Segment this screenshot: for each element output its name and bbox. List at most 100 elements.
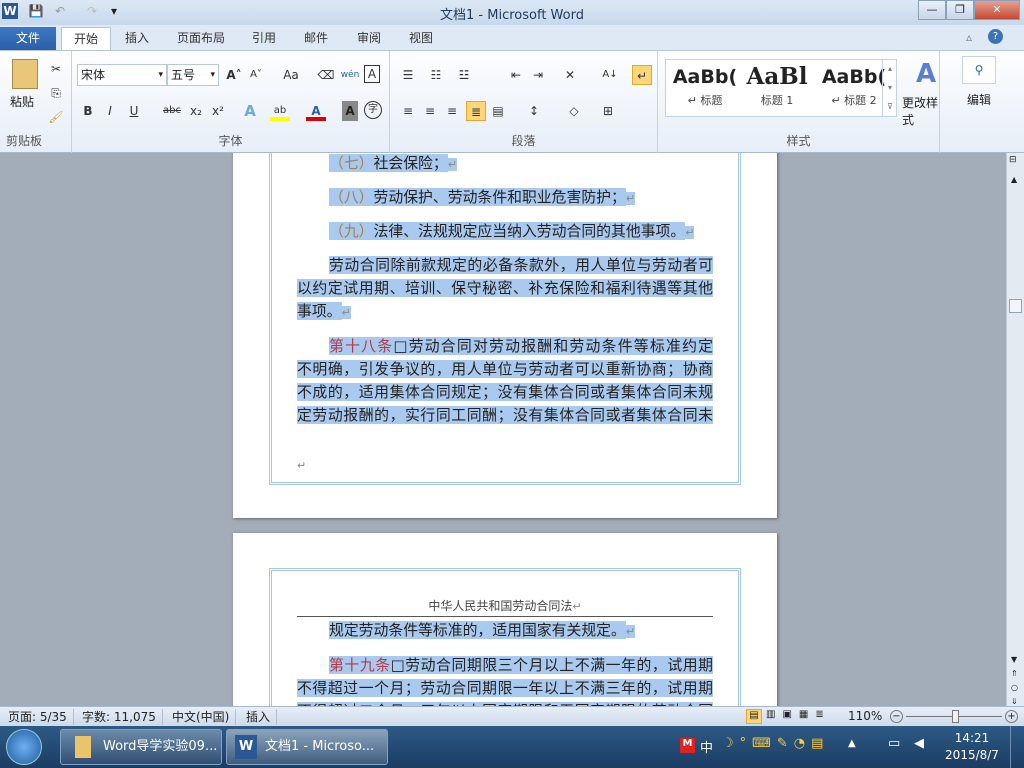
zoom-slider-thumb[interactable] [952, 710, 960, 723]
align-center-icon[interactable]: ≡ [420, 101, 440, 121]
phonetic-guide-icon[interactable]: wén [340, 65, 360, 85]
minimize-button[interactable]: — [918, 0, 946, 20]
change-case-icon[interactable]: Aa [278, 65, 304, 85]
numbering-icon[interactable]: ☷ [426, 65, 446, 85]
editing-button[interactable]: 编辑 [967, 91, 991, 108]
underline-button[interactable]: U [124, 101, 144, 121]
ruler-toggle-icon[interactable]: ⊟ [1009, 155, 1017, 165]
language[interactable]: 中文(中国) [166, 709, 237, 725]
highlight-icon[interactable]: ab [270, 101, 290, 121]
show-hide-marks-icon[interactable]: ↵ [632, 65, 652, 85]
text-effects-icon[interactable]: A [240, 101, 260, 121]
list-text: 劳动保护、劳动条件和职业危害防护； [373, 188, 626, 206]
decrease-indent-icon[interactable]: ⇤ [506, 65, 526, 85]
chinese-layout-icon[interactable]: ✕ [560, 65, 580, 85]
minimize-ribbon-icon[interactable]: ▵ [966, 30, 972, 44]
help-icon[interactable]: ? [988, 29, 1003, 44]
tab-view[interactable]: 视图 [397, 27, 445, 50]
sort-icon[interactable]: A↓ [600, 65, 620, 85]
font-group-label: 字体 [218, 134, 243, 148]
multilevel-list-icon[interactable]: ☳ [454, 65, 474, 85]
paste-button[interactable]: 粘贴 [10, 93, 34, 110]
show-hidden-icons[interactable]: ▲ [848, 738, 856, 749]
ribbon-tabs: 文件 开始 插入 页面布局 引用 邮件 审阅 视图 ▵ ? [0, 25, 1024, 51]
document-area[interactable]: （七）社会保险；↵ （八）劳动保护、劳动条件和职业危害防护；↵ （九）法律、法规规定… [0, 153, 1006, 706]
font-name-select[interactable]: 宋体 ▾ [77, 64, 167, 86]
distributed-icon[interactable]: ▤ [488, 101, 508, 121]
start-button[interactable] [6, 729, 42, 765]
italic-button[interactable]: I [100, 101, 120, 121]
tab-page-layout[interactable]: 页面布局 [165, 27, 237, 50]
clock[interactable]: 14:21 2015/8/7 [944, 730, 1000, 764]
page: （七）社会保险；↵ （八）劳动保护、劳动条件和职业危害防护；↵ （九）法律、法规规定… [233, 153, 777, 518]
taskbar-item-word[interactable]: W 文档1 - Microso... [226, 729, 388, 765]
character-shading-icon[interactable]: A [342, 101, 358, 121]
superscript-button[interactable]: x² [208, 101, 228, 121]
justify-icon[interactable]: ≣ [466, 101, 486, 121]
subscript-button[interactable]: x₂ [186, 101, 206, 121]
zoom-level[interactable]: 110% [848, 709, 882, 723]
tab-review[interactable]: 审阅 [345, 27, 393, 50]
zoom-out-icon[interactable]: − [890, 710, 903, 723]
style-heading-2[interactable]: AaBb(↵ 标题 2 [816, 66, 892, 108]
word-count[interactable]: 字数: 11,075 [76, 709, 163, 725]
format-painter-icon[interactable]: 🖌 [46, 107, 66, 127]
style-heading-1[interactable]: AaBl 标题 1 [742, 63, 812, 108]
style-title[interactable]: AaBb(↵ 标题 [670, 66, 740, 108]
print-layout-view-icon[interactable]: ▤ [746, 709, 762, 724]
tab-mailings[interactable]: 邮件 [292, 27, 340, 50]
show-desktop-button[interactable] [1010, 726, 1024, 768]
text-line: 不明确，引发争议的，用人单位与劳动者可以重新协商；协商 [297, 359, 713, 379]
cut-icon[interactable]: ✂ [46, 59, 66, 79]
text-line: 事项。↵ [297, 301, 351, 323]
change-styles-button[interactable]: 更改样式 [902, 94, 939, 128]
line-text: 不明确，引发争议的，用人单位与劳动者可以重新协商；协商 [297, 360, 713, 378]
shading-icon[interactable]: ◇ [564, 101, 584, 121]
page-body[interactable]: 规定劳动条件等标准的，适用国家有关规定。↵ 第十九条□劳动合同期限三个月以上不满一… [297, 620, 714, 706]
shrink-font-icon[interactable]: A˅ [246, 65, 266, 85]
volume-icon[interactable]: ◀ [914, 736, 924, 751]
taskbar-item-folder[interactable]: Word导学实验09... [60, 729, 222, 765]
tray-icons[interactable]: ☽°⌨✎◔▤ [722, 736, 829, 751]
vertical-scrollbar[interactable]: ⊟ ▲ ▼ ⇑ ○ ⇓ [1006, 153, 1024, 706]
scroll-thumb[interactable] [1009, 299, 1022, 313]
line-text: □劳动合同对劳动报酬和劳动条件等标准约定 [393, 337, 713, 355]
tab-references[interactable]: 引用 [240, 27, 288, 50]
zoom-in-icon[interactable]: + [1005, 710, 1018, 723]
line-text: 劳动合同除前款规定的必备条款外，用人单位与劳动者可 [329, 256, 713, 274]
page-body[interactable]: （七）社会保险；↵ （八）劳动保护、劳动条件和职业危害防护；↵ （九）法律、法规规定… [297, 153, 713, 473]
ime-logo-icon[interactable]: M [680, 738, 695, 753]
view-buttons[interactable]: ▥▣▦≣ [766, 709, 831, 720]
close-button[interactable]: ✕ [974, 0, 1020, 20]
copy-icon[interactable]: ⎘ [46, 83, 66, 103]
insert-mode[interactable]: 插入 [240, 709, 278, 725]
increase-indent-icon[interactable]: ⇥ [528, 65, 548, 85]
bold-button[interactable]: B [78, 101, 98, 121]
borders-icon[interactable]: ⊞ [598, 101, 618, 121]
strikethrough-button[interactable]: abc [160, 101, 184, 121]
page: 中华人民共和国劳动合同法↵ 规定劳动条件等标准的，适用国家有关规定。↵ 第十九条□… [233, 533, 777, 706]
styles-scroll[interactable]: ▴ ▾ ⊽ [882, 59, 897, 117]
align-right-icon[interactable]: ≡ [442, 101, 462, 121]
page-count[interactable]: 页面: 5/35 [2, 709, 74, 725]
network-icon[interactable]: ▭ [888, 736, 900, 751]
tab-insert[interactable]: 插入 [113, 27, 161, 50]
line-spacing-icon[interactable]: ↕ [524, 101, 544, 121]
align-left-icon[interactable]: ≡ [398, 101, 418, 121]
find-icon[interactable]: ⚲ [962, 56, 996, 84]
ime-mode[interactable]: 中 [700, 737, 713, 756]
restore-button[interactable]: ❐ [946, 0, 974, 20]
bullets-icon[interactable]: ☰ [398, 65, 418, 85]
enclose-characters-icon[interactable]: 字 [364, 101, 382, 119]
scroll-up-icon[interactable]: ▲ [1011, 175, 1017, 184]
browse-controls[interactable]: ▼ ⇑ ○ ⇓ [1011, 653, 1018, 709]
paragraph-mark: ↵ [447, 158, 457, 171]
character-border-icon[interactable]: A [364, 65, 380, 83]
grow-font-icon[interactable]: A˄ [224, 65, 244, 85]
clear-formatting-icon[interactable]: ⌫ [316, 65, 336, 85]
font-size-select[interactable]: 五号 ▾ [167, 64, 219, 86]
font-color-icon[interactable]: A [306, 101, 326, 121]
paste-icon[interactable] [12, 59, 38, 89]
tab-file[interactable]: 文件 [0, 27, 56, 50]
tab-home[interactable]: 开始 [61, 27, 112, 51]
